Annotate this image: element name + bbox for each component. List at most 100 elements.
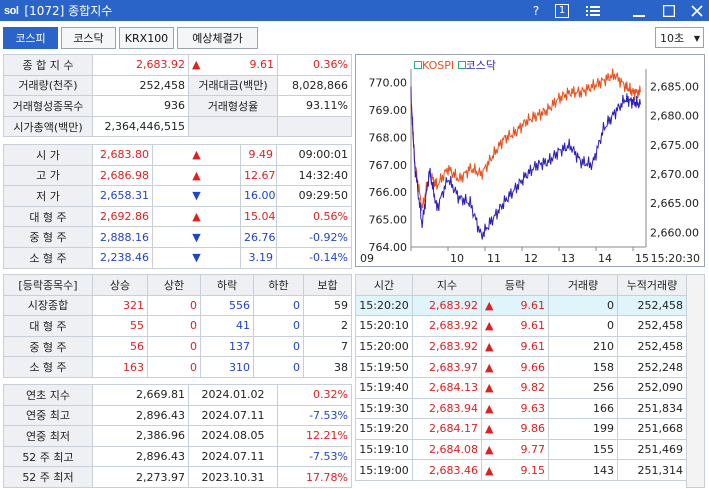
up-arrow-icon: ▲ — [485, 443, 494, 457]
price-label: 소 형 주 — [3, 246, 93, 269]
yearly-row: 연초 지수 2,669.81 2024.01.02 0.32% — [3, 384, 352, 406]
tick-change: 9.82 — [520, 381, 546, 395]
tab-krx100[interactable]: KRX100 — [119, 27, 174, 49]
close-icon — [691, 4, 703, 17]
yearly-date: 2023.10.31 — [188, 466, 278, 488]
tab-expected-price[interactable]: 예상체결가 — [177, 27, 258, 49]
tick-cumulative: 252,458 — [617, 335, 687, 358]
breadth-label: 대 형 주 — [3, 315, 93, 337]
tick-change: 9.86 — [520, 422, 546, 436]
up-arrow-icon: ▲ — [192, 58, 201, 72]
breadth-header: 하락 — [200, 274, 254, 296]
tick-index: 2,683.92 — [412, 294, 482, 317]
x-axis-tick: 15 — [635, 252, 649, 265]
breadth-downlimit: 0 — [253, 294, 304, 317]
tick-change: 9.15 — [520, 463, 546, 477]
yearly-label: 연중 최고 — [3, 404, 93, 427]
up-arrow-icon: ▲ — [485, 463, 494, 477]
breadth-flat: 2 — [303, 315, 352, 337]
chart-time-label: 15:20:30 — [651, 252, 700, 265]
page-number-button[interactable]: 1 — [553, 0, 571, 21]
volume-label: 거래량(천주) — [3, 74, 93, 97]
yearly-date: 2024.08.05 — [188, 425, 278, 447]
price-row: 고 가 2,686.98 ▲ 12.67 14:32:40 — [3, 164, 352, 187]
yearly-value: 2,896.43 — [92, 445, 189, 468]
tick-row[interactable]: 15:20:20 2,683.92 ▲ 9.61 0 252,458 — [355, 294, 687, 317]
tick-cumulative: 252,458 — [617, 315, 687, 337]
x-axis-tick: 12 — [524, 252, 538, 265]
series-line-kosdaq — [410, 86, 641, 240]
yearly-date: 2024.07.11 — [188, 445, 278, 468]
up-arrow-icon: ▲ — [485, 340, 494, 354]
breadth-uplimit: 0 — [147, 356, 201, 378]
tab-kospi[interactable]: 코스피 — [3, 27, 58, 49]
tick-change: 9.66 — [520, 360, 546, 374]
tick-row[interactable]: 15:19:20 2,684.17 ▲ 9.86 199 251,668 — [355, 418, 687, 440]
maximize-button[interactable] — [660, 0, 678, 21]
yearly-label: 연중 최저 — [3, 425, 93, 447]
yearly-value: 2,386.96 — [92, 425, 189, 447]
breadth-down: 41 — [200, 315, 254, 337]
tab-kosdaq[interactable]: 코스닥 — [61, 27, 116, 49]
tick-index: 2,683.94 — [412, 397, 482, 420]
breadth-label: 소 형 주 — [3, 356, 93, 378]
tick-row[interactable]: 15:19:00 2,683.46 ▲ 9.15 143 251,314 — [355, 459, 687, 481]
close-button[interactable] — [688, 0, 706, 21]
down-arrow-icon: ▼ — [192, 189, 201, 203]
breadth-uplimit: 0 — [147, 315, 201, 337]
tick-cumulative: 252,090 — [617, 376, 687, 399]
tick-row[interactable]: 15:20:10 2,683.92 ▲ 9.61 0 252,458 — [355, 315, 687, 337]
tick-header: 등락 — [481, 274, 549, 296]
volume-value: 252,458 — [92, 74, 189, 97]
left-axis-tick: 768.00 — [369, 131, 408, 144]
price-table: 시 가 2,683.80 ▲ 9.49 09:00:01 고 가 2,686.98 ▲ 12.6… — [3, 144, 352, 269]
index-value: 2,683.92 — [92, 54, 189, 76]
yearly-date: 2024.01.02 — [188, 384, 278, 406]
help-button[interactable]: ? — [527, 0, 545, 21]
window-title: [1072] 종합지수 — [24, 4, 113, 18]
x-axis-tick: 10 — [450, 252, 464, 265]
yearly-label: 52 주 최저 — [3, 466, 93, 488]
left-axis-tick: 766.00 — [369, 186, 408, 199]
app-logo: sol — [4, 4, 19, 17]
menu-button[interactable] — [583, 0, 603, 21]
interval-select[interactable]: 10초 ▼ — [655, 27, 704, 48]
left-axis-tick: 770.00 — [369, 77, 408, 90]
tick-row[interactable]: 15:20:00 2,683.92 ▲ 9.61 210 252,458 — [355, 335, 687, 358]
price-change: 26.76 — [240, 226, 277, 248]
minimize-icon — [633, 14, 645, 17]
price-time: 14:32:40 — [276, 164, 352, 187]
breadth-row: 시장종합 321 0 556 0 59 — [3, 294, 352, 317]
tick-row[interactable]: 15:19:30 2,683.94 ▲ 9.63 166 251,834 — [355, 397, 687, 420]
list-menu-icon — [586, 5, 600, 16]
x-axis-tick: 13 — [561, 252, 575, 265]
tick-scrollbar[interactable] — [686, 274, 705, 488]
tick-row[interactable]: 15:19:10 2,684.08 ▲ 9.77 155 251,469 — [355, 438, 687, 461]
tick-cumulative: 251,314 — [617, 459, 687, 481]
tick-volume: 158 — [548, 356, 618, 378]
yearly-row: 52 주 최고 2,896.43 2024.07.11 -7.53% — [3, 445, 352, 468]
price-rate: -0.92% — [276, 226, 352, 248]
tick-row[interactable]: 15:19:50 2,683.97 ▲ 9.66 158 252,248 — [355, 356, 687, 378]
breadth-down: 310 — [200, 356, 254, 378]
right-axis-tick: 2,665.00 — [650, 197, 699, 210]
price-change: 9.49 — [240, 144, 277, 166]
yearly-rate: 17.78% — [277, 466, 352, 488]
minimize-button[interactable] — [630, 0, 648, 21]
price-rate: 0.56% — [276, 205, 352, 228]
tick-cumulative: 251,834 — [617, 397, 687, 420]
tick-cumulative: 252,248 — [617, 356, 687, 378]
right-axis-tick: 2,660.00 — [650, 226, 699, 239]
x-axis-tick: 09 — [360, 252, 374, 265]
up-arrow-icon: ▲ — [485, 360, 494, 374]
up-arrow-icon: ▲ — [192, 148, 201, 162]
down-arrow-icon: ▼ — [192, 251, 201, 265]
tick-row[interactable]: 15:19:40 2,684.13 ▲ 9.82 256 252,090 — [355, 376, 687, 399]
price-value: 2,683.80 — [92, 144, 153, 166]
traded-count-label: 거래형성종목수 — [3, 95, 93, 117]
breadth-up: 321 — [92, 294, 148, 317]
intraday-chart[interactable]: KOSPI 코스닥 770.00 769.00 768.00 767.00 766.00… — [355, 54, 705, 267]
tick-time: 15:19:30 — [355, 397, 413, 420]
price-change: 3.19 — [240, 246, 277, 269]
price-row: 저 가 2,658.31 ▼ 16.00 09:29:50 — [3, 185, 352, 207]
